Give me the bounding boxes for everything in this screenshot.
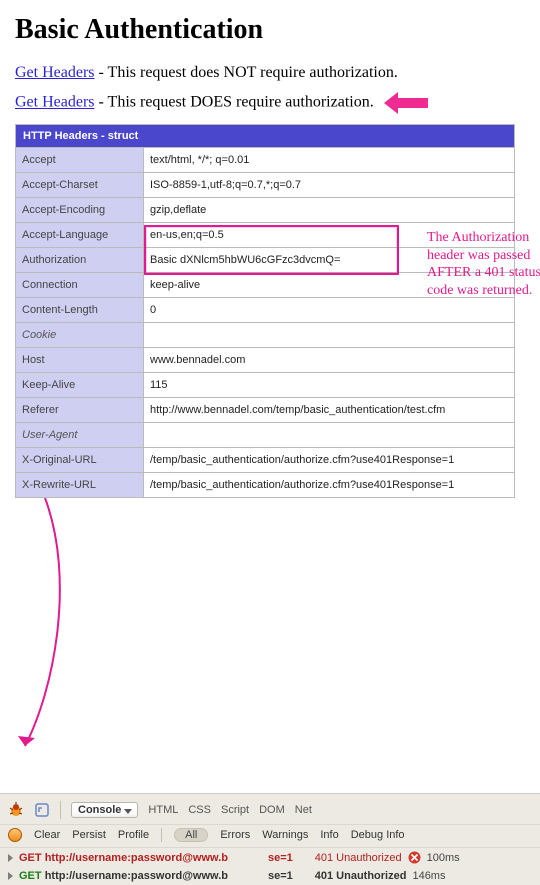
req2-time: 146ms	[412, 870, 445, 882]
table-row: Accept-CharsetISO-8859-1,utf-8;q=0.7,*;q…	[16, 173, 515, 198]
header-key: Connection	[16, 273, 144, 298]
header-value	[144, 423, 515, 448]
tab-script[interactable]: Script	[221, 804, 249, 816]
table-row: Cookie	[16, 323, 515, 348]
header-key: Keep-Alive	[16, 373, 144, 398]
header-key: X-Rewrite-URL	[16, 473, 144, 498]
header-value: gzip,deflate	[144, 198, 515, 223]
header-key: X-Original-URL	[16, 448, 144, 473]
header-key: Host	[16, 348, 144, 373]
expand-icon[interactable]	[8, 854, 13, 862]
devtools-tabs-row: Console HTML CSS Script DOM Net	[0, 798, 540, 825]
tab-net[interactable]: Net	[295, 804, 312, 816]
record-icon[interactable]	[8, 828, 22, 842]
get-headers-link-1[interactable]: Get Headers	[15, 64, 95, 81]
table-row: Keep-Alive115	[16, 373, 515, 398]
firebug-icon[interactable]	[8, 802, 24, 818]
header-value: ISO-8859-1,utf-8;q=0.7,*;q=0.7	[144, 173, 515, 198]
header-key: User-Agent	[16, 423, 144, 448]
example-line-2: Get Headers - This request DOES require …	[15, 92, 525, 114]
chevron-down-icon	[124, 809, 132, 814]
header-value	[144, 323, 515, 348]
console-tab-label: Console	[78, 804, 121, 816]
tab-html[interactable]: HTML	[148, 804, 178, 816]
example-line-2-text: - This request DOES require authorizatio…	[95, 94, 374, 111]
table-row: User-Agent	[16, 423, 515, 448]
console-tab[interactable]: Console	[71, 802, 138, 818]
clear-button[interactable]: Clear	[34, 829, 60, 841]
profile-button[interactable]: Profile	[118, 829, 149, 841]
net-row-1[interactable]: GET http://username:password@www.b se=1 …	[0, 848, 540, 867]
table-row: Refererhttp://www.bennadel.com/temp/basi…	[16, 398, 515, 423]
filter-all[interactable]: All	[174, 828, 208, 842]
table-row: Accepttext/html, */*; q=0.01	[16, 148, 515, 173]
arrow-left-icon	[384, 92, 428, 114]
table-title: HTTP Headers - struct	[16, 125, 515, 148]
error-icon	[408, 851, 421, 864]
page-title: Basic Authentication	[15, 14, 525, 46]
tab-dom[interactable]: DOM	[259, 804, 285, 816]
header-value: 115	[144, 373, 515, 398]
table-row: Content-Length0	[16, 298, 515, 323]
persist-button[interactable]: Persist	[72, 829, 106, 841]
header-value: www.bennadel.com	[144, 348, 515, 373]
filter-info[interactable]: Info	[320, 829, 338, 841]
header-value: 0	[144, 298, 515, 323]
table-row: X-Original-URL/temp/basic_authentication…	[16, 448, 515, 473]
header-key: Referer	[16, 398, 144, 423]
devtools-buttons-row: Clear Persist Profile All Errors Warning…	[0, 825, 540, 848]
req1-time: 100ms	[427, 852, 460, 864]
devtools-panel: Console HTML CSS Script DOM Net Clear Pe…	[0, 793, 540, 885]
header-value: text/html, */*; q=0.01	[144, 148, 515, 173]
header-value: /temp/basic_authentication/authorize.cfm…	[144, 473, 515, 498]
filter-warnings[interactable]: Warnings	[262, 829, 308, 841]
header-value: http://www.bennadel.com/temp/basic_authe…	[144, 398, 515, 423]
req2-urlB: se=1	[268, 870, 293, 882]
example-line-1-text: - This request does NOT require authoriz…	[95, 64, 398, 81]
table-row: Accept-Encodinggzip,deflate	[16, 198, 515, 223]
req2-status: 401 Unauthorized	[315, 870, 407, 882]
req2-method: GET	[19, 870, 42, 882]
header-key: Content-Length	[16, 298, 144, 323]
filter-errors[interactable]: Errors	[220, 829, 250, 841]
header-key: Accept-Language	[16, 223, 144, 248]
example-line-1: Get Headers - This request does NOT requ…	[15, 64, 525, 82]
req2-urlA: http://username:password@www.b	[45, 870, 228, 882]
header-value: /temp/basic_authentication/authorize.cfm…	[144, 448, 515, 473]
get-headers-link-2[interactable]: Get Headers	[15, 94, 95, 111]
req1-method: GET	[19, 852, 42, 864]
annotation-text: The Authorization header was passed AFTE…	[427, 229, 540, 299]
table-row: Hostwww.bennadel.com	[16, 348, 515, 373]
header-key: Accept-Encoding	[16, 198, 144, 223]
req1-urlA: http://username:password@www.b	[45, 852, 228, 864]
inspect-icon[interactable]	[34, 802, 50, 818]
net-row-2[interactable]: GET http://username:password@www.b se=1 …	[0, 867, 540, 885]
req1-status: 401 Unauthorized	[315, 852, 402, 864]
header-key: Authorization	[16, 248, 144, 273]
expand-icon[interactable]	[8, 872, 13, 880]
http-headers-table: HTTP Headers - struct Accepttext/html, *…	[15, 124, 515, 498]
tab-css[interactable]: CSS	[188, 804, 211, 816]
filter-debuginfo[interactable]: Debug Info	[351, 829, 405, 841]
header-key: Cookie	[16, 323, 144, 348]
req1-urlB: se=1	[268, 852, 293, 864]
header-key: Accept	[16, 148, 144, 173]
header-key: Accept-Charset	[16, 173, 144, 198]
table-row: X-Rewrite-URL/temp/basic_authentication/…	[16, 473, 515, 498]
annotation-arrow-icon	[15, 498, 75, 758]
